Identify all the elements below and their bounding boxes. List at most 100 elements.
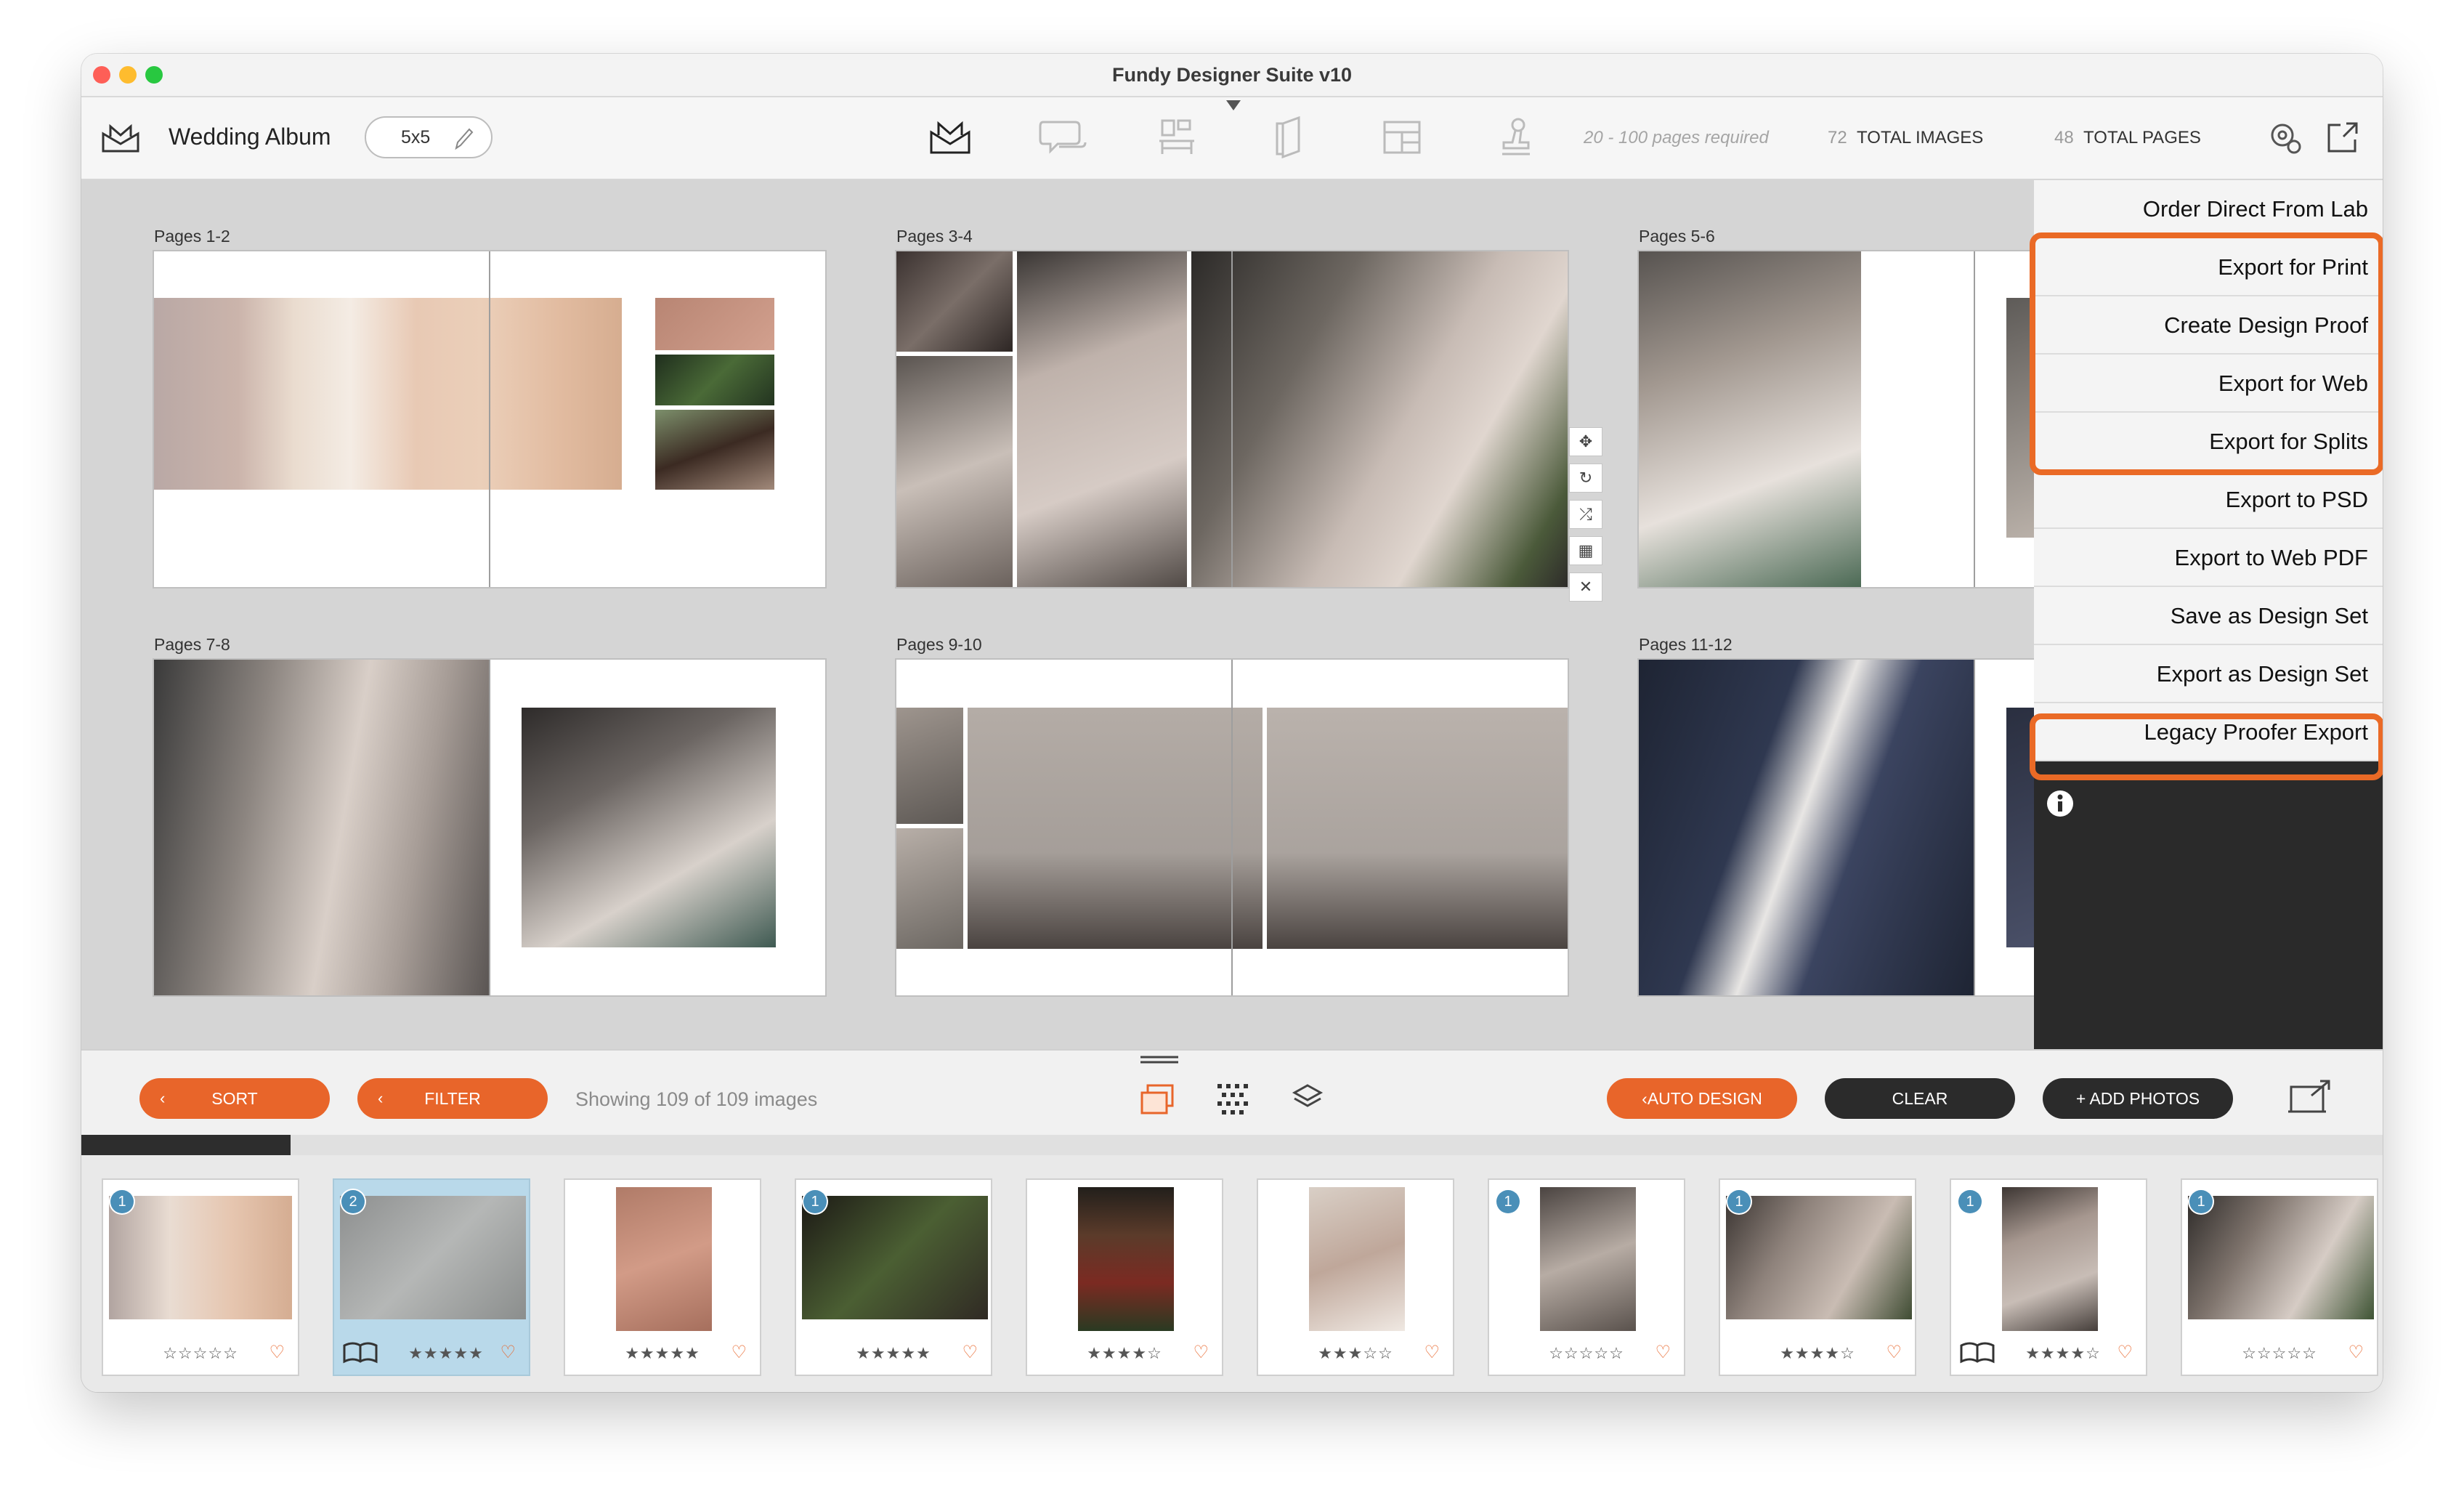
album-size-selector[interactable]: 5x5 xyxy=(365,116,493,158)
album-home-icon[interactable] xyxy=(100,122,141,155)
delete-icon[interactable]: ✕ xyxy=(1569,573,1602,602)
photo-ring-greenery[interactable] xyxy=(655,355,774,405)
photo-bride-robe[interactable] xyxy=(896,356,1013,587)
filmstrip-image[interactable]: 1 ☆☆☆☆☆ ♡ xyxy=(102,1178,299,1376)
rotate-icon[interactable]: ↻ xyxy=(1569,464,1602,493)
spread-pages-3-4[interactable] xyxy=(896,251,1568,587)
spread-pages-7-8[interactable] xyxy=(154,660,825,995)
filter-button[interactable]: ‹ FILTER xyxy=(357,1078,548,1119)
photo-bride-back[interactable] xyxy=(1639,251,1861,587)
add-photos-button[interactable]: + ADD PHOTOS xyxy=(2043,1078,2233,1119)
templates-icon[interactable] xyxy=(1382,119,1422,155)
photo-bride-portrait[interactable] xyxy=(154,660,490,995)
export-icon[interactable] xyxy=(2325,119,2361,155)
clear-button[interactable]: CLEAR xyxy=(1825,1078,2015,1119)
wall-art-icon[interactable] xyxy=(1156,118,1197,158)
filmstrip-image[interactable]: 1 ☆☆☆☆☆ ♡ xyxy=(1488,1178,1685,1376)
move-icon[interactable]: ✥ xyxy=(1569,427,1602,456)
menu-export-to-web-pdf[interactable]: Export to Web PDF xyxy=(2034,529,2383,587)
total-pages-label: TOTAL PAGES xyxy=(2083,128,2201,147)
image-thumbnail xyxy=(616,1187,712,1331)
photo-jewelry[interactable] xyxy=(655,298,774,350)
drag-handle-icon[interactable] xyxy=(1139,1055,1180,1067)
stack-photos-icon[interactable] xyxy=(1139,1083,1175,1117)
photo-bride-girl[interactable] xyxy=(1191,251,1568,587)
album-icon[interactable] xyxy=(927,119,973,157)
heart-icon[interactable]: ♡ xyxy=(731,1342,747,1363)
album-title[interactable]: Wedding Album xyxy=(169,124,331,150)
heart-icon[interactable]: ♡ xyxy=(1424,1342,1440,1363)
settings-icon[interactable] xyxy=(2268,121,2303,155)
grid-icon[interactable]: ▦ xyxy=(1569,536,1602,565)
photo-bride-seated[interactable] xyxy=(522,708,776,947)
photo-family[interactable] xyxy=(896,251,1013,352)
filmstrip-image[interactable]: 1 ★★★★☆ ♡ xyxy=(1950,1178,2147,1376)
photo-groom[interactable] xyxy=(1639,660,1974,995)
image-thumbnail xyxy=(802,1196,988,1319)
menu-order-direct-from-lab[interactable]: Order Direct From Lab xyxy=(2034,180,2383,238)
grid-view-icon[interactable] xyxy=(1215,1081,1252,1119)
highlight-export-group xyxy=(2030,232,2383,475)
pop-out-icon[interactable] xyxy=(2287,1078,2333,1117)
image-thumbnail xyxy=(2002,1187,2098,1331)
photo-hands[interactable] xyxy=(655,410,774,490)
spread-label: Pages 9-10 xyxy=(896,635,982,654)
filmstrip-image[interactable]: ★★★☆☆ ♡ xyxy=(1257,1178,1454,1376)
spread-fold xyxy=(489,660,490,995)
photo-father-bride[interactable] xyxy=(968,708,1263,949)
photo-first-look-2[interactable] xyxy=(896,828,963,949)
menu-save-as-design-set[interactable]: Save as Design Set xyxy=(2034,587,2383,645)
image-filmstrip: 1 ☆☆☆☆☆ ♡ 2 ★★★★★ ♡ ★★★★★ ♡ 1 ★★★★★ ♡ ★★… xyxy=(81,1135,2383,1392)
image-thumbnail xyxy=(2188,1196,2374,1319)
spread-pages-1-2[interactable] xyxy=(154,251,825,587)
usage-badge: 1 xyxy=(1496,1190,1520,1213)
proofing-icon[interactable] xyxy=(1037,118,1088,158)
filmstrip-scroll-thumb[interactable] xyxy=(81,1135,291,1155)
filmstrip-image[interactable]: 1 ☆☆☆☆☆ ♡ xyxy=(2181,1178,2378,1376)
filmstrip-image[interactable]: ★★★★★ ♡ xyxy=(564,1178,761,1376)
shuffle-icon[interactable]: ⤮ xyxy=(1569,500,1602,529)
heart-icon[interactable]: ♡ xyxy=(1886,1342,1902,1363)
layers-icon[interactable] xyxy=(1292,1083,1324,1114)
heart-icon[interactable]: ♡ xyxy=(2117,1342,2133,1363)
spread-fold xyxy=(1231,660,1233,995)
stamp-icon[interactable] xyxy=(1498,116,1534,158)
spread-label: Pages 3-4 xyxy=(896,227,973,246)
spread-fold xyxy=(1974,251,1975,587)
spread-label: Pages 11-12 xyxy=(1639,635,1732,654)
image-thumbnail xyxy=(109,1196,292,1319)
filmstrip-image[interactable]: 2 ★★★★★ ♡ xyxy=(333,1178,530,1376)
filmstrip-scroll-track[interactable] xyxy=(291,1135,2383,1155)
image-thumbnail xyxy=(1309,1187,1405,1331)
filmstrip-image[interactable]: 1 ★★★★★ ♡ xyxy=(795,1178,992,1376)
photo-dresses[interactable] xyxy=(154,298,622,490)
photo-first-look-1[interactable] xyxy=(896,708,963,824)
menu-export-to-psd[interactable]: Export to PSD xyxy=(2034,471,2383,529)
window-title: Fundy Designer Suite v10 xyxy=(1111,64,1353,86)
filmstrip-image[interactable]: 1 ★★★★☆ ♡ xyxy=(1719,1178,1916,1376)
sort-button[interactable]: ‹ SORT xyxy=(139,1078,330,1119)
spread-pages-9-10[interactable] xyxy=(896,660,1568,995)
chevron-left-icon: ‹ xyxy=(378,1089,384,1107)
menu-export-as-design-set[interactable]: Export as Design Set xyxy=(2034,645,2383,703)
image-thumbnail xyxy=(1078,1187,1174,1331)
auto-design-button[interactable]: ‹ AUTO DESIGN xyxy=(1607,1078,1797,1119)
heart-icon[interactable]: ♡ xyxy=(1193,1342,1209,1363)
total-images-label: TOTAL IMAGES xyxy=(1857,128,1984,147)
usage-badge: 1 xyxy=(110,1190,134,1213)
heart-icon[interactable]: ♡ xyxy=(1655,1342,1671,1363)
heart-icon[interactable]: ♡ xyxy=(269,1342,285,1363)
total-images-count: 72 xyxy=(1828,128,1847,147)
mode-indicator-icon xyxy=(1226,100,1241,110)
photo-father-hug[interactable] xyxy=(1267,708,1568,949)
heart-icon[interactable]: ♡ xyxy=(500,1342,516,1363)
filmstrip-image[interactable]: ★★★★☆ ♡ xyxy=(1026,1178,1223,1376)
heart-icon[interactable]: ♡ xyxy=(2348,1342,2364,1363)
card-icon[interactable] xyxy=(1273,116,1309,160)
heart-icon[interactable]: ♡ xyxy=(962,1342,978,1363)
info-icon[interactable] xyxy=(2046,789,2075,818)
image-thumbnail xyxy=(340,1196,526,1319)
usage-badge: 2 xyxy=(341,1190,365,1213)
chevron-left-icon: ‹ xyxy=(160,1089,166,1107)
photo-bride-letter[interactable] xyxy=(1017,251,1187,587)
